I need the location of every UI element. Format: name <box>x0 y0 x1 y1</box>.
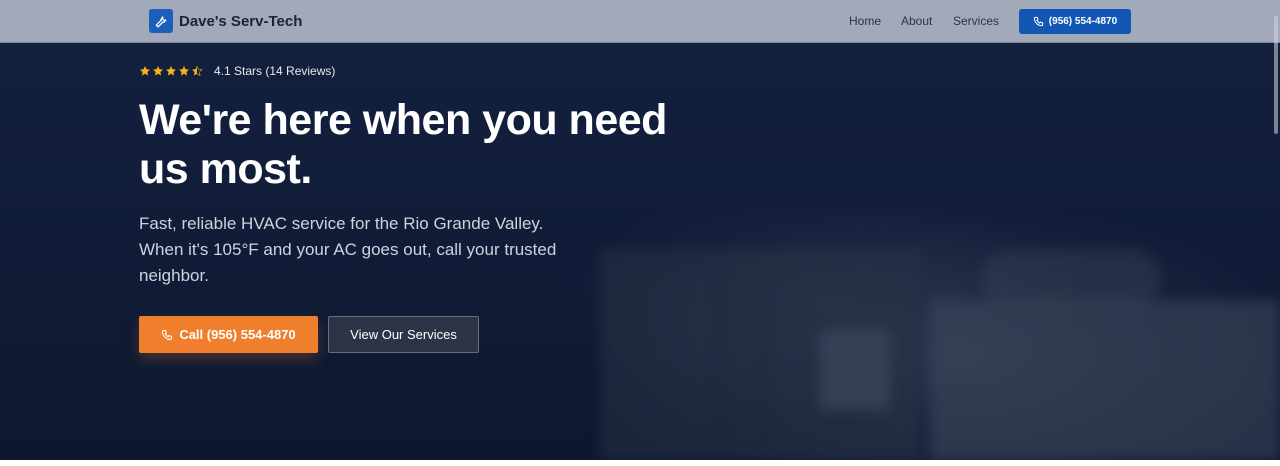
call-now-label: Call (956) 554-4870 <box>179 327 296 342</box>
rating-text: 4.1 Stars (14 Reviews) <box>214 64 336 78</box>
star-icon <box>179 66 189 76</box>
site-header: Dave's Serv-Tech Home About Services (95… <box>0 0 1280 43</box>
star-half-icon <box>192 65 203 77</box>
background-column <box>720 280 726 460</box>
call-now-button[interactable]: Call (956) 554-4870 <box>139 316 318 353</box>
background-column <box>760 280 766 460</box>
star-rating <box>139 65 203 77</box>
header-call-button[interactable]: (956) 554-4870 <box>1019 9 1131 34</box>
nav-about-link[interactable]: About <box>901 14 932 28</box>
nav-services-link[interactable]: Services <box>953 14 999 28</box>
hero-title: We're here when you need us most. <box>139 96 667 193</box>
star-icon <box>153 66 163 76</box>
hero-section: 4.1 Stars (14 Reviews) We're here when y… <box>0 0 1280 460</box>
rating: 4.1 Stars (14 Reviews) <box>139 64 335 78</box>
background-building <box>930 300 1280 460</box>
background-tree <box>980 250 1160 310</box>
hero-subtitle: Fast, reliable HVAC service for the Rio … <box>139 214 557 285</box>
view-services-label: View Our Services <box>350 327 457 342</box>
wrench-icon <box>149 9 173 33</box>
star-icon <box>166 66 176 76</box>
header-call-label: (956) 554-4870 <box>1048 16 1118 27</box>
brand-name: Dave's Serv-Tech <box>179 12 303 30</box>
next-section-edge <box>0 460 1280 466</box>
brand-logo[interactable]: Dave's Serv-Tech <box>149 9 302 33</box>
scrollbar-thumb[interactable] <box>1274 16 1278 134</box>
page-scrollbar[interactable] <box>1272 0 1280 466</box>
phone-icon <box>1033 16 1043 27</box>
star-icon <box>140 66 150 76</box>
background-window <box>820 330 890 410</box>
nav-home-link[interactable]: Home <box>849 14 881 28</box>
phone-icon <box>162 329 173 340</box>
view-services-button[interactable]: View Our Services <box>328 316 479 353</box>
